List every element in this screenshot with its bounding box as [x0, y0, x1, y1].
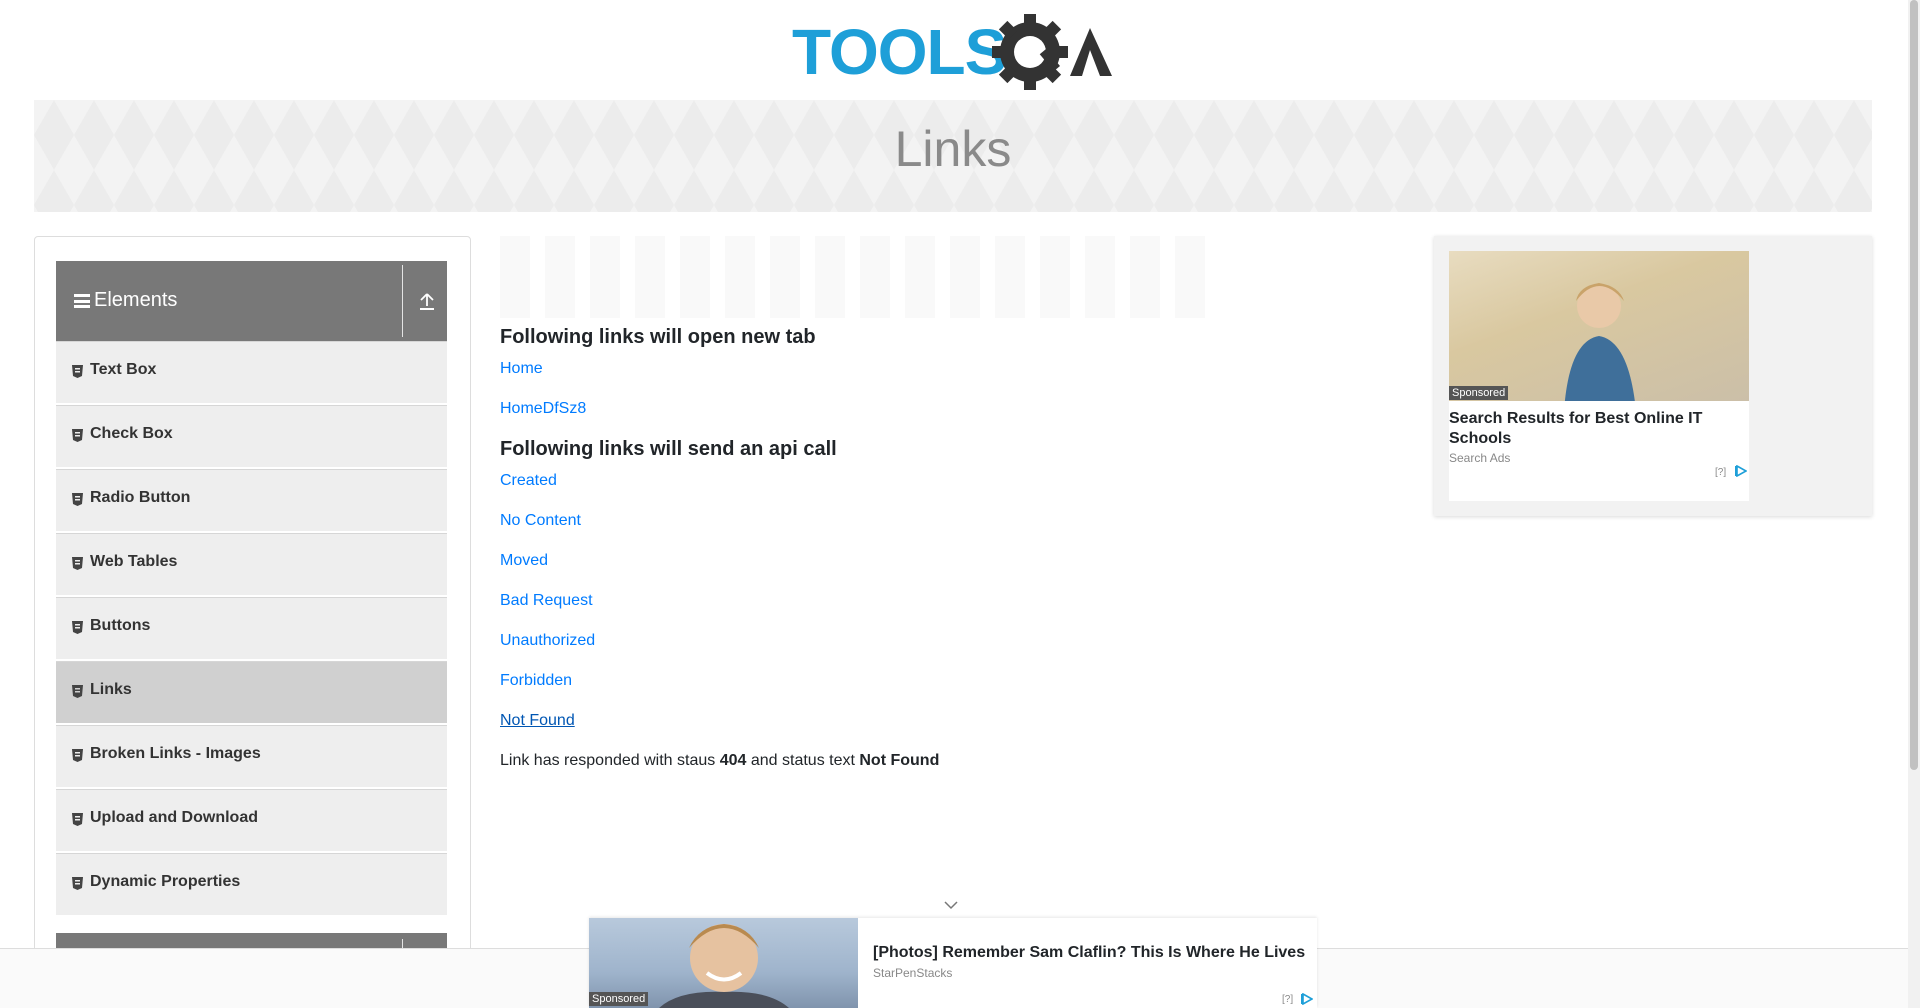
- sponsored-badge: Sponsored: [589, 992, 649, 1006]
- html5-icon: [72, 621, 83, 634]
- no-content-link[interactable]: No Content: [500, 512, 581, 530]
- sidebar-item-label: Dynamic Properties: [90, 873, 241, 890]
- group-header-elements[interactable]: Elements: [56, 261, 447, 341]
- page-title: Links: [894, 121, 1012, 177]
- not-found-link[interactable]: Not Found: [500, 712, 575, 730]
- logo-text: TOOLS: [792, 16, 1006, 88]
- sidebar-item-web-tables[interactable]: Web Tables: [56, 533, 447, 595]
- ad-source: Search Ads: [1449, 451, 1511, 465]
- bad-request-link[interactable]: Bad Request: [500, 592, 593, 610]
- response-middle: and status text: [750, 752, 855, 769]
- response-prefix: Link has responded with staus: [500, 752, 716, 769]
- moved-link[interactable]: Moved: [500, 552, 548, 570]
- sidebar-item-radio-button[interactable]: Radio Button: [56, 469, 447, 531]
- ad-card[interactable]: Sponsored Search Results for Best Online…: [1449, 251, 1749, 501]
- sponsored-badge: Sponsored: [1449, 386, 1509, 400]
- side-ad[interactable]: Sponsored Search Results for Best Online…: [1434, 236, 1872, 516]
- adchoices-icon[interactable]: [1301, 993, 1313, 1005]
- html5-icon: [72, 749, 83, 762]
- adchoices-icon[interactable]: [1735, 465, 1747, 477]
- ad-info-link[interactable]: [?]: [1282, 994, 1293, 1005]
- html5-icon: [72, 685, 83, 698]
- sidebar-item-label: Web Tables: [90, 553, 178, 570]
- forbidden-link[interactable]: Forbidden: [500, 672, 572, 690]
- sidebar-item-label: Buttons: [90, 617, 151, 634]
- link-response-message: Link has responded with staus 404 and st…: [500, 752, 939, 770]
- ad-person-image: [659, 924, 789, 1008]
- hamburger-icon: [74, 294, 90, 308]
- sidebar-item-dynamic-properties[interactable]: Dynamic Properties: [56, 853, 447, 915]
- chevron-down-icon[interactable]: [944, 900, 958, 910]
- ad-title[interactable]: Search Results for Best Online IT School…: [1449, 409, 1739, 449]
- ad-placeholder: [500, 236, 1220, 318]
- sidebar-item-links[interactable]: Links: [56, 661, 447, 723]
- sidebar-item-label: Text Box: [90, 361, 157, 378]
- gear-icon: [992, 14, 1068, 90]
- sidebar-item-label: Broken Links - Images: [90, 745, 261, 762]
- html5-icon: [72, 877, 83, 890]
- sidebar-item-text-box[interactable]: Text Box: [56, 341, 447, 403]
- response-status-code: 404: [719, 752, 747, 769]
- created-link[interactable]: Created: [500, 472, 557, 490]
- sidebar-item-label: Upload and Download: [90, 809, 258, 826]
- logo-a-shape: [1070, 28, 1112, 76]
- sidebar-item-check-box[interactable]: Check Box: [56, 405, 447, 467]
- ad-info-link[interactable]: [?]: [1715, 467, 1726, 478]
- home-link[interactable]: Home: [500, 360, 543, 378]
- bottom-ad[interactable]: Sponsored [Photos] Remember Sam Claflin?…: [589, 918, 1317, 1008]
- response-status-text: Not Found: [859, 752, 940, 769]
- ad-person-image: [1564, 283, 1635, 401]
- group-title: Elements: [94, 289, 178, 311]
- html5-icon: [72, 493, 83, 506]
- ad-image[interactable]: Sponsored: [1449, 251, 1749, 401]
- sidebar-item-buttons[interactable]: Buttons: [56, 597, 447, 659]
- collapse-icon[interactable]: [418, 292, 436, 312]
- sidebar: Elements Text Box Check Box Radio Button…: [34, 236, 471, 1008]
- scrollbar-thumb[interactable]: [1910, 0, 1918, 770]
- toolsqa-logo[interactable]: TOOLS: [790, 14, 1115, 90]
- bottom-ad-title[interactable]: [Photos] Remember Sam Claflin? This Is W…: [873, 944, 1305, 962]
- page-scrollbar[interactable]: [1908, 0, 1920, 1008]
- sidebar-item-label: Radio Button: [90, 489, 191, 506]
- dynamic-home-link[interactable]: HomeDfSz8: [500, 400, 586, 418]
- api-section-title: Following links will send an api call: [500, 438, 837, 460]
- unauthorized-link[interactable]: Unauthorized: [500, 632, 595, 650]
- divider: [402, 265, 403, 337]
- sidebar-item-upload-download[interactable]: Upload and Download: [56, 789, 447, 851]
- page-banner: Links: [34, 100, 1872, 212]
- html5-icon: [72, 557, 83, 570]
- bottom-ad-image[interactable]: Sponsored: [589, 918, 858, 1008]
- html5-icon: [72, 813, 83, 826]
- new-tab-section-title: Following links will open new tab: [500, 326, 816, 348]
- sidebar-item-broken-links[interactable]: Broken Links - Images: [56, 725, 447, 787]
- bottom-ad-source: StarPenStacks: [873, 966, 953, 980]
- html5-icon: [72, 429, 83, 442]
- sidebar-item-label: Links: [90, 681, 132, 698]
- sidebar-item-label: Check Box: [90, 425, 173, 442]
- html5-icon: [72, 365, 83, 378]
